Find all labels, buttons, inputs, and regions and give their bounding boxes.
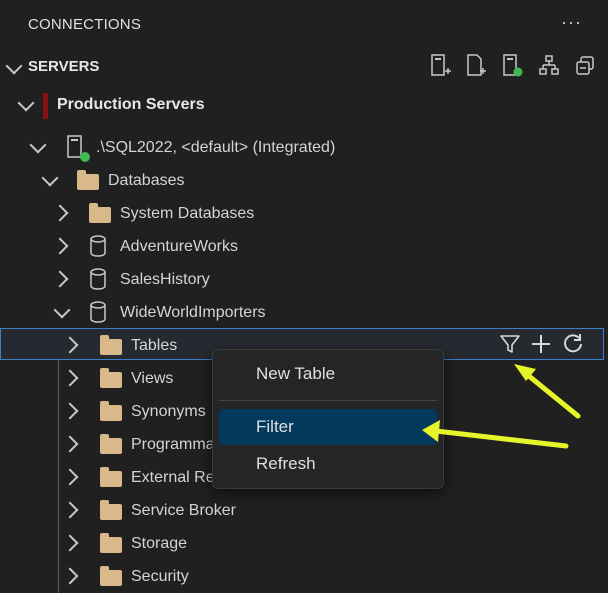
annotation-arrows	[422, 364, 581, 449]
arrow-to-filter-icon	[514, 364, 581, 419]
arrow-to-filter-menu-item	[422, 420, 569, 449]
